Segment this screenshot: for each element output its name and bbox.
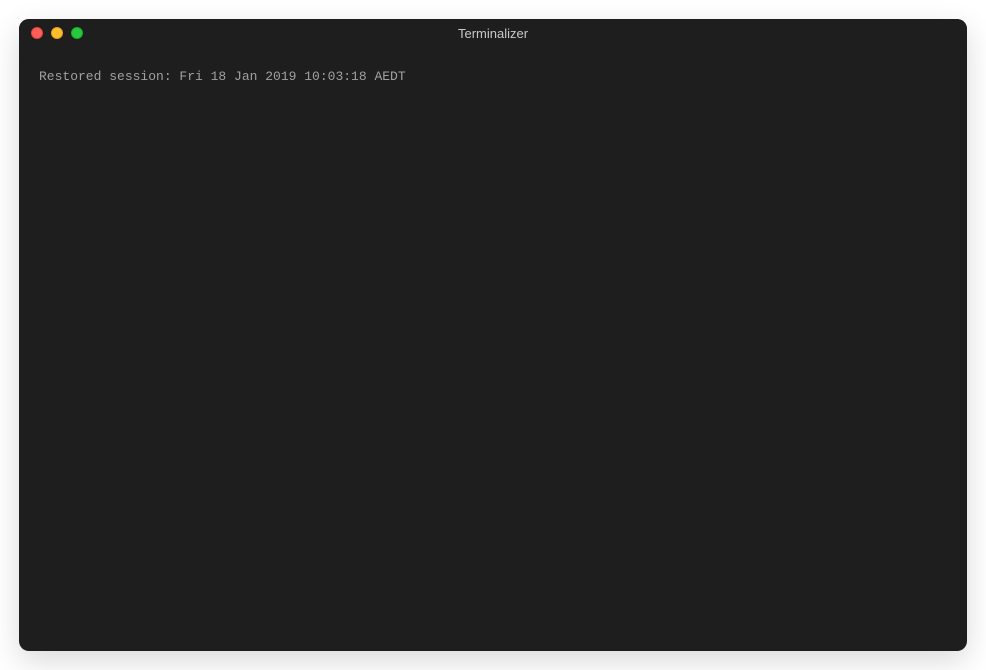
title-bar: Terminalizer	[19, 19, 967, 47]
terminal-window: Terminalizer Restored session: Fri 18 Ja…	[19, 19, 967, 651]
terminal-output-line: Restored session: Fri 18 Jan 2019 10:03:…	[39, 67, 947, 87]
window-controls	[31, 27, 83, 39]
minimize-button[interactable]	[51, 27, 63, 39]
terminal-body[interactable]: Restored session: Fri 18 Jan 2019 10:03:…	[19, 47, 967, 651]
window-title: Terminalizer	[458, 26, 528, 41]
close-button[interactable]	[31, 27, 43, 39]
zoom-button[interactable]	[71, 27, 83, 39]
